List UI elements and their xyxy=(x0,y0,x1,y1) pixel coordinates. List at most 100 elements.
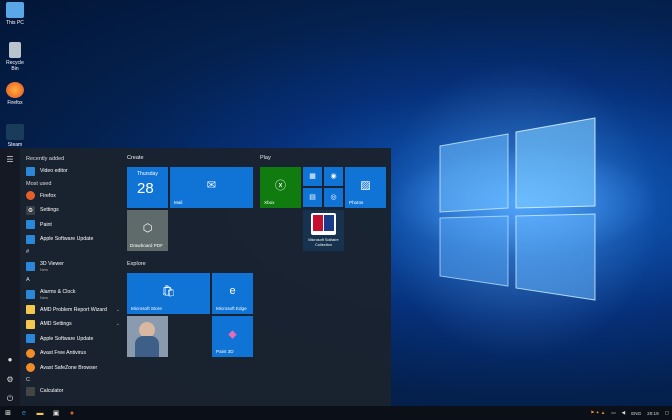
tile-label: Drawboard PDF xyxy=(130,243,163,248)
app-paint[interactable]: Paint xyxy=(22,218,122,233)
power-icon[interactable]: ⏻ xyxy=(3,392,17,406)
app-3d-viewer[interactable]: 3D Viewer New xyxy=(22,258,122,275)
app-label: Firefox xyxy=(40,192,56,199)
tile-photos[interactable]: ▨ Photos xyxy=(345,167,386,208)
section-letter[interactable]: # xyxy=(22,247,122,258)
tile-edge[interactable]: e Microsoft Edge xyxy=(212,273,253,314)
firefox-taskbar-icon[interactable]: ● xyxy=(64,406,80,420)
tile-label: Photos xyxy=(349,200,364,205)
folder-icon xyxy=(26,319,35,329)
tile-calendar[interactable]: Thursday 28 xyxy=(127,167,168,208)
desktop-icon-steam[interactable]: Steam xyxy=(2,124,28,148)
edge-icon: e xyxy=(229,285,236,298)
app-firefox[interactable]: Firefox xyxy=(22,189,122,204)
desktop-icon-firefox[interactable]: Firefox xyxy=(2,82,28,106)
cards-icon xyxy=(311,213,336,235)
tile-photo-person[interactable] xyxy=(127,316,168,357)
group-play-header: Play xyxy=(260,155,271,161)
recycle-bin-icon xyxy=(9,42,21,58)
avast-icon xyxy=(26,348,35,358)
app-amd-settings[interactable]: AMD Settings ⌄ xyxy=(22,317,122,332)
start-button[interactable]: ⊞ xyxy=(0,406,16,420)
app-label: AMD Problem Report Wizard xyxy=(40,306,107,313)
user-avatar-icon[interactable]: ● xyxy=(3,352,17,366)
tile-mail[interactable]: ✉ Mail xyxy=(170,167,253,208)
calculator-icon: ▤ xyxy=(309,193,316,201)
app-sublabel: New xyxy=(40,294,49,300)
file-explorer-icon[interactable]: ▬ xyxy=(32,406,48,420)
avast-icon xyxy=(26,363,35,373)
app-label: Avast SafeZone Browser xyxy=(40,364,98,371)
calculator-icon xyxy=(26,386,35,396)
start-rail: ☰ ● ⚙ ⏻ xyxy=(0,148,20,406)
store-bag-icon: 🛍 xyxy=(161,285,176,298)
recently-added-header: Recently added xyxy=(26,156,65,162)
music-icon: ◉ xyxy=(330,172,337,180)
app-apple-software-update[interactable]: Apple Software Update xyxy=(22,232,122,247)
app-avast-antivirus[interactable]: Avast Free Antivirus xyxy=(22,346,122,361)
action-center-icon[interactable]: ▢ xyxy=(665,410,669,416)
firefox-icon xyxy=(26,191,35,201)
tile-label: Paint 3D xyxy=(216,349,234,354)
system-tray: ⚑ ✦ ▲ ▭ ◀ ENG 20:19 ▢ xyxy=(587,406,672,420)
tile-drawboard-pdf[interactable]: ⬡ Drawboard PDF xyxy=(127,210,168,251)
app-label: AMD Settings xyxy=(40,321,72,328)
tile-camera[interactable]: ◎ xyxy=(324,188,343,207)
settings-icon: ⚙ xyxy=(26,205,35,215)
drawboard-icon: ⬡ xyxy=(142,222,153,235)
settings-gear-icon[interactable]: ⚙ xyxy=(3,372,17,386)
this-pc-icon xyxy=(6,2,24,18)
chevron-down-icon[interactable]: ⌄ xyxy=(116,321,120,327)
app-label: Calculator xyxy=(40,388,64,394)
app-settings[interactable]: ⚙ Settings xyxy=(22,203,122,218)
app-sublabel: New xyxy=(40,266,49,272)
app-apple-software-update-2[interactable]: Apple Software Update xyxy=(22,332,122,347)
photos-icon: ▨ xyxy=(360,179,371,192)
desktop-icon-recycle-bin[interactable]: Recycle Bin xyxy=(2,42,28,72)
tile-store[interactable]: 🛍 Microsoft Store xyxy=(127,273,210,314)
section-letter[interactable]: A xyxy=(22,275,122,286)
most-used-header: Most used xyxy=(26,180,52,187)
folder-icon xyxy=(26,305,35,315)
notification-icons[interactable]: ⚑ ✦ ▲ xyxy=(590,410,605,416)
hamburger-icon[interactable]: ☰ xyxy=(3,152,17,166)
windows-wallpaper-logo xyxy=(439,117,596,301)
firefox-icon xyxy=(6,82,24,98)
app-alarms-clock[interactable]: Alarms & Clock New xyxy=(22,286,122,303)
edge-taskbar-icon[interactable]: e xyxy=(16,406,32,420)
apple-update-icon xyxy=(26,234,35,244)
volume-icon[interactable]: ◀ xyxy=(622,410,626,416)
desktop-icon-label: This PC xyxy=(6,20,24,26)
app-calculator[interactable]: Calculator xyxy=(22,386,122,396)
app-amd-problem-report[interactable]: AMD Problem Report Wizard ⌄ xyxy=(22,303,122,318)
app-label: Alarms & Clock xyxy=(40,288,76,295)
chevron-down-icon[interactable]: ⌄ xyxy=(116,307,120,313)
card-blue xyxy=(324,215,334,231)
tile-groove[interactable]: ◉ xyxy=(324,167,343,186)
clock[interactable]: 20:19 xyxy=(647,411,659,416)
app-label: 3D Viewer xyxy=(40,260,64,267)
video-editor-icon xyxy=(26,166,35,176)
tile-paint3d[interactable]: ◆ Paint 3D xyxy=(212,316,253,357)
apple-update-icon xyxy=(26,334,35,344)
store-taskbar-icon[interactable]: ▣ xyxy=(48,406,64,420)
desktop-icon-label: Recycle Bin xyxy=(6,60,24,72)
card-red xyxy=(313,215,323,231)
app-label: Paint xyxy=(40,221,52,228)
tile-movies[interactable]: ▦ xyxy=(303,167,322,186)
app-label: Apple Software Update xyxy=(40,236,94,243)
tile-solitaire[interactable]: Microsoft Solitaire Collection xyxy=(303,210,344,251)
app-avast-safezone[interactable]: Avast SafeZone Browser xyxy=(22,361,122,376)
group-explore-header: Explore xyxy=(127,261,146,267)
network-icon[interactable]: ▭ xyxy=(611,410,615,416)
tile-calculator[interactable]: ▤ xyxy=(303,188,322,207)
calendar-day: Thursday xyxy=(137,171,158,177)
language-indicator[interactable]: ENG xyxy=(631,411,641,416)
start-menu: ☰ ● ⚙ ⏻ Recently added Video editor Most… xyxy=(0,148,391,406)
tile-xbox[interactable]: ⓧ Xbox xyxy=(260,167,301,208)
app-video-editor[interactable]: Video editor xyxy=(22,164,122,179)
taskbar: ⊞ e ▬ ▣ ● ⚑ ✦ ▲ ▭ ◀ ENG 20:19 ▢ xyxy=(0,406,672,420)
section-letter[interactable]: C xyxy=(22,375,122,386)
tile-label: Microsoft Edge xyxy=(216,306,247,311)
desktop-icon-this-pc[interactable]: This PC xyxy=(2,2,28,26)
